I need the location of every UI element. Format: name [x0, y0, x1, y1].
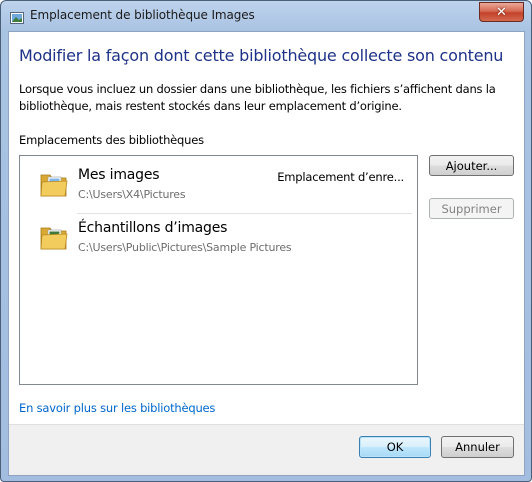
remove-button-label: Supprimer — [441, 201, 502, 216]
location-name: Mes images — [78, 167, 160, 183]
learn-more-link-text: En savoir plus sur les bibliothèques — [19, 401, 216, 415]
ok-button-label: OK — [386, 440, 404, 454]
location-item-sample-pictures[interactable]: Échantillons d’images C:\Users\Public\Pi… — [21, 213, 414, 263]
add-button[interactable]: Ajouter... — [429, 155, 514, 176]
add-button-label: Ajouter... — [445, 158, 498, 173]
library-locations-dialog: Emplacement de bibliothèque Images ✕ Mod… — [0, 0, 532, 482]
remove-button[interactable]: Supprimer — [429, 198, 514, 219]
location-path: C:\Users\Public\Pictures\Sample Pictures — [78, 241, 292, 254]
cancel-button-label: Annuler — [455, 440, 500, 454]
dialog-heading: Modifier la façon dont cette bibliothèqu… — [19, 46, 504, 65]
title-bar[interactable]: Emplacement de bibliothèque Images ✕ — [1, 1, 531, 31]
locations-list[interactable]: Mes images C:\Users\X4\Pictures Emplacem… — [19, 155, 418, 385]
dialog-footer: OK Annuler — [9, 424, 524, 475]
close-icon: ✕ — [496, 4, 507, 20]
folder-pictures-icon — [39, 222, 69, 252]
location-item-my-pictures[interactable]: Mes images C:\Users\X4\Pictures Emplacem… — [21, 160, 414, 214]
location-name: Échantillons d’images — [78, 220, 228, 236]
locations-label: Emplacements des bibliothèques — [19, 133, 204, 147]
library-images-icon — [10, 9, 24, 24]
learn-more-link[interactable]: En savoir plus sur les bibliothèques — [19, 401, 215, 415]
folder-pictures-icon — [39, 169, 69, 199]
ok-button[interactable]: OK — [359, 436, 431, 458]
save-location-status: Emplacement d’enre... — [277, 170, 404, 184]
cancel-button[interactable]: Annuler — [441, 436, 514, 458]
location-path: C:\Users\X4\Pictures — [78, 188, 186, 201]
close-button[interactable]: ✕ — [479, 2, 524, 22]
dialog-content: Modifier la façon dont cette bibliothèqu… — [8, 31, 525, 476]
dialog-description: Lorsque vous incluez un dossier dans une… — [19, 82, 496, 113]
window-title: Emplacement de bibliothèque Images — [30, 8, 255, 22]
